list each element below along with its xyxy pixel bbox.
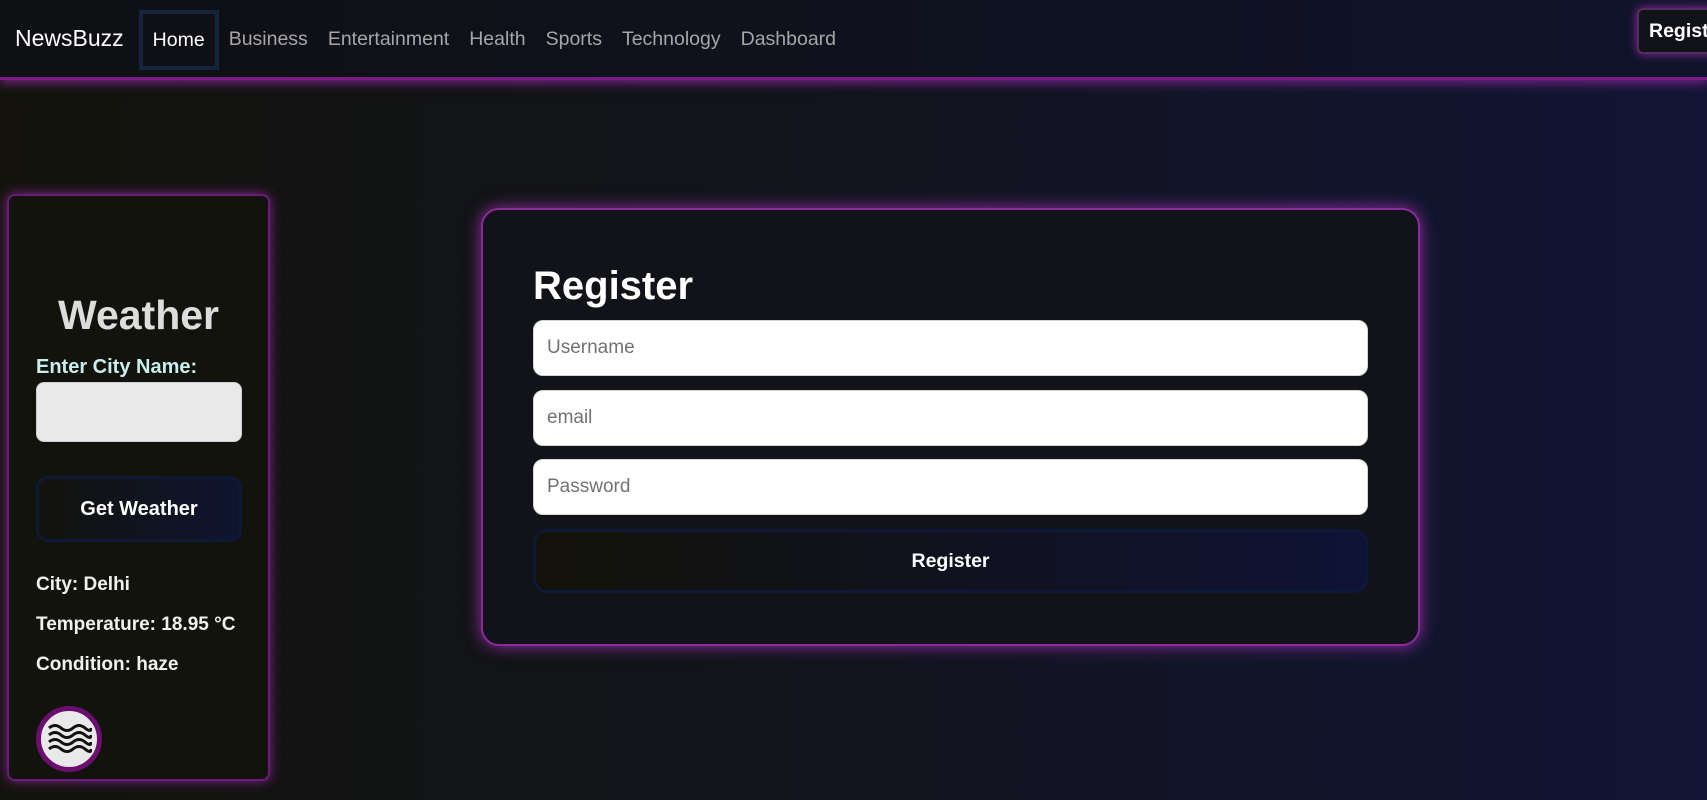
nav-link-business[interactable]: Business <box>219 11 318 67</box>
register-title: Register <box>533 264 694 308</box>
nav-link-technology[interactable]: Technology <box>612 11 731 67</box>
brand-logo[interactable]: NewsBuzz <box>15 25 124 52</box>
weather-widget: Weather Enter City Name: Get Weather Cit… <box>7 194 270 781</box>
register-submit-button[interactable]: Register <box>533 529 1368 593</box>
nav-link-dashboard[interactable]: Dashboard <box>731 11 846 67</box>
haze-icon <box>36 706 102 772</box>
navbar: NewsBuzz Home Business Entertainment Hea… <box>0 0 1707 80</box>
weather-title: Weather <box>57 292 220 338</box>
nav-links: Home Business Entertainment Health Sport… <box>138 0 846 77</box>
weather-condition: Condition: haze <box>36 654 179 675</box>
nav-link-home[interactable]: Home <box>138 9 219 70</box>
city-input[interactable] <box>36 382 242 442</box>
get-weather-button[interactable]: Get Weather <box>36 476 242 542</box>
password-input[interactable] <box>533 459 1368 515</box>
city-label: Enter City Name: <box>36 356 198 378</box>
email-input[interactable] <box>533 390 1368 446</box>
weather-city: City: Delhi <box>36 574 130 595</box>
username-input[interactable] <box>533 320 1368 376</box>
nav-link-entertainment[interactable]: Entertainment <box>318 11 459 67</box>
register-form: Register Register <box>481 208 1420 646</box>
nav-link-health[interactable]: Health <box>459 11 535 67</box>
weather-temperature: Temperature: 18.95 °C <box>36 614 236 635</box>
nav-link-sports[interactable]: Sports <box>536 11 612 67</box>
nav-register-button[interactable]: Register <box>1637 8 1707 54</box>
